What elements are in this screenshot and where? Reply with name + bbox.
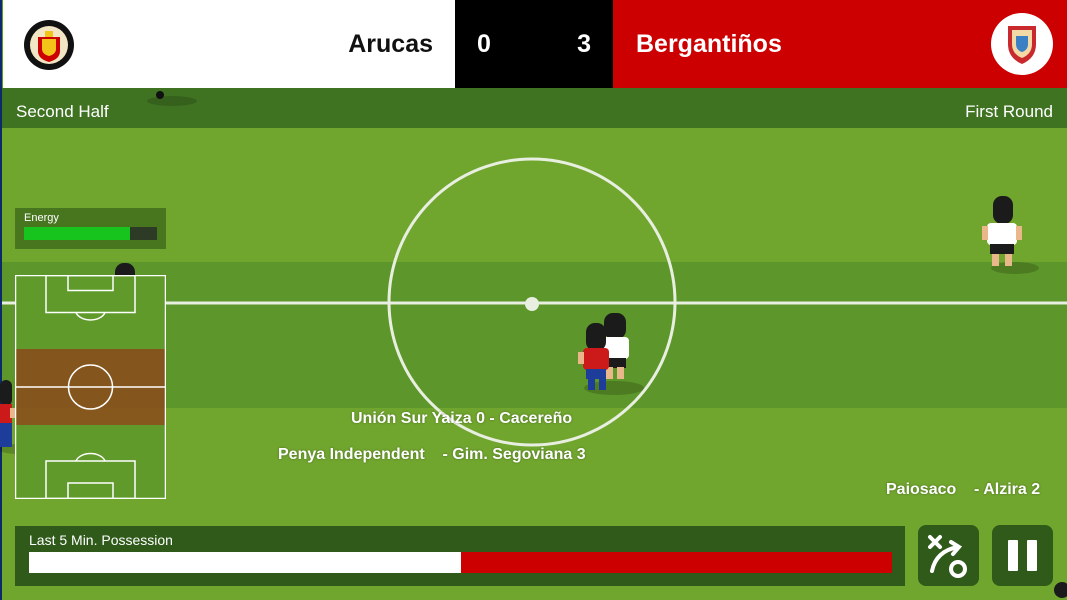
- bergantinos-crest-icon: [991, 13, 1053, 75]
- home-team-panel: Arucas: [3, 0, 455, 88]
- match-half-label: Second Half: [16, 102, 109, 121]
- pitch-minimap[interactable]: [15, 275, 166, 499]
- possession-bar: [29, 552, 892, 573]
- competition-round-label: First Round: [965, 102, 1053, 121]
- possession-away-fill: [460, 552, 892, 573]
- away-team-panel: Bergantiños: [613, 0, 1067, 88]
- energy-label: Energy: [24, 212, 59, 224]
- away-team-name: Bergantiños: [636, 30, 782, 58]
- scoreboard: Arucas 0 3 Bergantiños: [0, 0, 1067, 88]
- energy-track: [24, 227, 157, 240]
- energy-meter: Energy: [15, 208, 166, 249]
- other-result-1: Unión Sur Yaiza 0 - Cacereño: [351, 410, 573, 427]
- arucas-crest-icon: [24, 20, 74, 70]
- tactics-button[interactable]: [918, 525, 979, 586]
- home-team-name: Arucas: [348, 30, 433, 58]
- tactics-substitution-icon: [928, 535, 967, 578]
- possession-label: Last 5 Min. Possession: [29, 532, 173, 548]
- possession-panel: Last 5 Min. Possession: [15, 526, 905, 586]
- pause-button[interactable]: [992, 525, 1053, 586]
- referee-figure: [147, 91, 197, 106]
- away-score: 3: [577, 30, 591, 58]
- center-players: [578, 313, 644, 395]
- home-score: 0: [477, 30, 491, 58]
- pause-icon: [1008, 540, 1037, 571]
- offscreen-player-bottom-right: [1054, 582, 1067, 598]
- other-result-2: Penya Independent - Gim. Segoviana 3: [278, 446, 586, 463]
- other-result-3: Paiosaco - Alzira 2: [886, 481, 1041, 498]
- away-player-white-right: [982, 196, 1039, 274]
- possession-home-fill: [29, 552, 461, 573]
- energy-fill: [24, 227, 131, 240]
- score-panel: 0 3: [455, 0, 613, 88]
